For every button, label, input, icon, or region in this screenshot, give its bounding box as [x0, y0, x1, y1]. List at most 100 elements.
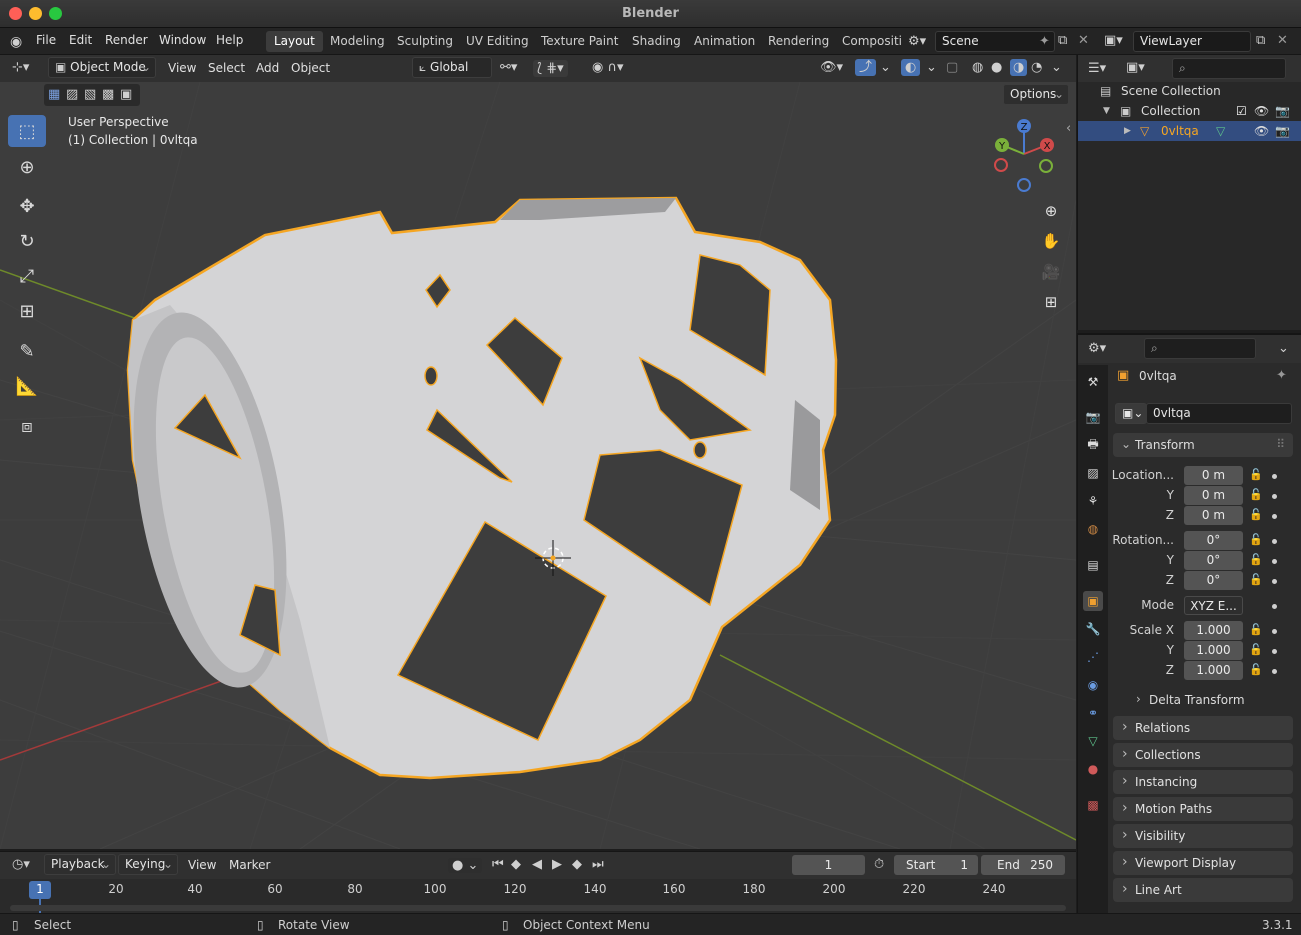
keyframe-dot[interactable] [1272, 539, 1277, 544]
viewport-display-panel[interactable]: Viewport Display [1113, 850, 1293, 875]
motion-paths-panel[interactable]: Motion Paths [1113, 796, 1293, 821]
overlays-toggle-icon[interactable]: ◐ [901, 59, 921, 76]
object-name-field[interactable]: 0vltqa [1146, 403, 1292, 424]
physics-tab[interactable]: ◉ [1083, 675, 1103, 695]
jump-end-icon[interactable]: ⏭ [592, 858, 604, 871]
gizmo-toggle-icon[interactable]: ⤴ [855, 59, 877, 76]
lock-icon[interactable]: 🔓 [1249, 663, 1263, 676]
keyframe-dot[interactable] [1272, 579, 1277, 584]
pan-button[interactable]: ✋ [1037, 227, 1065, 255]
tab-sculpting[interactable]: Sculpting [389, 31, 461, 52]
viewport-scene[interactable] [0, 82, 1076, 849]
lock-icon[interactable]: 🔓 [1249, 553, 1263, 566]
outliner-row-scene-collection[interactable]: ▤ Scene Collection [1078, 81, 1301, 101]
new-scene-icon[interactable]: ⧉ [1058, 34, 1067, 47]
timeline-scrollbar[interactable] [10, 905, 1066, 911]
pivot-point-icon[interactable]: ⚯▾ [500, 61, 517, 74]
zoom-button[interactable]: ⊕ [1037, 197, 1065, 225]
outliner-editor-icon[interactable]: ☰▾ [1088, 62, 1106, 75]
viewport-menu-object[interactable]: Object [291, 61, 330, 75]
sidebar-toggle-icon[interactable]: ‹ [1066, 122, 1071, 135]
scale-tool[interactable]: ⤢ [8, 260, 46, 292]
eye-icon[interactable]: 👁 [1254, 121, 1269, 141]
cursor-tool[interactable]: ⊕ [8, 151, 46, 183]
tab-modeling[interactable]: Modeling [322, 31, 393, 52]
transform-tool[interactable]: ⊞ [8, 295, 46, 327]
keyframe-dot[interactable] [1272, 474, 1277, 479]
instancing-panel[interactable]: Instancing [1113, 769, 1293, 794]
expand-arrow-icon[interactable]: ▶ [1124, 121, 1131, 141]
scale-z-field[interactable]: 1.000 [1184, 661, 1243, 680]
output-tab[interactable]: 🖶 [1083, 435, 1103, 455]
viewport-menu-add[interactable]: Add [256, 61, 279, 75]
render-tab[interactable]: 📷 [1083, 407, 1103, 427]
lock-icon[interactable]: 🔓 [1249, 533, 1263, 546]
camera-view-button[interactable]: 🎥 [1037, 258, 1065, 286]
rendered-shading-icon[interactable]: ◔ [1031, 61, 1042, 74]
visibility-panel[interactable]: Visibility [1113, 823, 1293, 848]
end-frame-field[interactable]: End 250 [981, 855, 1065, 875]
next-keyframe-icon[interactable]: ◆ [572, 858, 582, 871]
keyframe-dot[interactable] [1272, 559, 1277, 564]
transform-panel-header[interactable]: ⌄ Transform ⠿ [1113, 433, 1293, 457]
timeline-menu-view[interactable]: View [188, 858, 216, 872]
drag-handle-icon[interactable]: ⠿ [1276, 437, 1285, 451]
menu-edit[interactable]: Edit [69, 33, 92, 47]
select-extend-icon[interactable]: ▨ [66, 88, 78, 101]
select-invert-icon[interactable]: ▩ [102, 88, 114, 101]
line-art-panel[interactable]: Line Art [1113, 877, 1293, 902]
scale-x-field[interactable]: 1.000 [1184, 621, 1243, 640]
annotate-tool[interactable]: ✎ [8, 335, 46, 367]
options-dropdown[interactable]: Options ⌄ [1003, 84, 1069, 105]
location-y-field[interactable]: 0 m [1184, 486, 1243, 505]
playback-dropdown[interactable]: Playback ⌄ [44, 854, 116, 875]
viewport-menu-view[interactable]: View [168, 61, 196, 75]
perspective-toggle-button[interactable]: ⊞ [1037, 288, 1065, 316]
keyframe-dot[interactable] [1272, 604, 1277, 609]
location-z-field[interactable]: 0 m [1184, 506, 1243, 525]
lock-icon[interactable]: 🔓 [1249, 643, 1263, 656]
outliner-row-object[interactable]: ▶ ▽ 0vltqa ▽ 👁 📷 [1078, 121, 1301, 141]
scale-y-field[interactable]: 1.000 [1184, 641, 1243, 660]
timeline-editor-icon[interactable]: ◷▾ [12, 858, 30, 871]
select-new-icon[interactable]: ▦ [48, 88, 60, 101]
menu-render[interactable]: Render [105, 33, 148, 47]
material-tab[interactable]: ● [1083, 759, 1103, 779]
gizmo-menu-icon[interactable]: ⌄ [880, 61, 891, 74]
display-mode-icon[interactable]: ▣▾ [1126, 61, 1145, 74]
render-camera-icon[interactable]: 📷 [1275, 101, 1290, 121]
lock-icon[interactable]: 🔓 [1249, 488, 1263, 501]
proportional-edit-icon[interactable]: ◉ ∩▾ [592, 61, 624, 74]
prev-keyframe-icon[interactable]: ◆ [511, 858, 521, 871]
viewlayer-name-field[interactable]: ViewLayer [1133, 31, 1251, 52]
menu-window[interactable]: Window [159, 33, 206, 47]
xray-icon[interactable]: ▢ [946, 61, 958, 74]
relations-panel[interactable]: Relations [1113, 715, 1293, 740]
orientation-dropdown[interactable]: ⟀ Global [412, 57, 492, 78]
gizmo-neg-x[interactable] [994, 158, 1008, 172]
lock-icon[interactable]: 🔓 [1249, 468, 1263, 481]
tab-animation[interactable]: Animation [686, 31, 763, 52]
keyframe-dot[interactable] [1272, 649, 1277, 654]
pin-icon[interactable]: ✦ [1276, 369, 1287, 382]
delete-viewlayer-icon[interactable]: ✕ [1277, 34, 1288, 47]
pin-icon[interactable]: ✦ [1039, 35, 1050, 48]
texture-tab[interactable]: ▩ [1083, 795, 1103, 815]
exclude-checkbox-icon[interactable]: ☑ [1236, 101, 1247, 121]
blender-logo-icon[interactable]: ◉ [10, 35, 22, 49]
mode-dropdown[interactable]: ▣ Object Mode ⌄ [48, 57, 156, 78]
properties-options-icon[interactable]: ⌄ [1278, 342, 1289, 355]
keyframe-dot[interactable] [1272, 494, 1277, 499]
outliner-search[interactable]: ⌕ [1172, 58, 1286, 79]
wireframe-shading-icon[interactable]: ◍ [972, 61, 983, 74]
shading-menu-icon[interactable]: ⌄ [1051, 61, 1062, 74]
timeline-menu-marker[interactable]: Marker [229, 858, 270, 872]
start-frame-field[interactable]: Start 1 [894, 855, 978, 875]
object-browse-button[interactable]: ▣⌄ [1115, 403, 1147, 424]
menu-help[interactable]: Help [216, 33, 243, 47]
current-frame-field[interactable]: 1 [792, 855, 865, 875]
outliner-row-collection[interactable]: ▼ ▣ Collection ☑ 👁 📷 [1078, 101, 1301, 121]
new-viewlayer-icon[interactable]: ⧉ [1256, 34, 1265, 47]
add-cube-tool[interactable]: ⧈ [8, 410, 46, 442]
tab-texture-paint[interactable]: Texture Paint [533, 31, 626, 52]
